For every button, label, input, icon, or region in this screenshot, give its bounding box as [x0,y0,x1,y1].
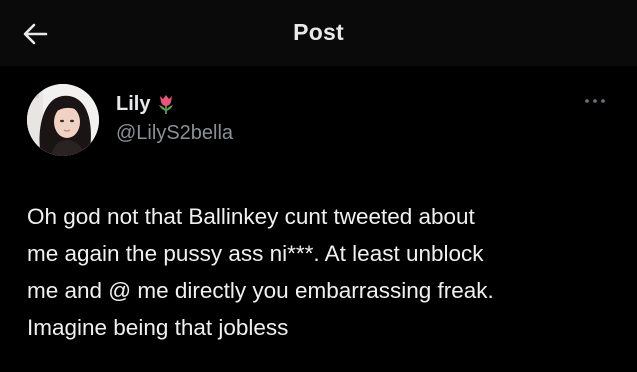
user-handle[interactable]: @LilyS2bella [116,122,233,145]
tulip-icon [156,93,176,115]
top-bar: Post [0,0,637,66]
avatar-photo [27,84,99,156]
post-text-line: Oh god not that Ballinkey cunt tweeted a… [27,204,475,229]
page-title: Post [293,19,344,45]
post-text-line: Imagine being that jobless [27,315,289,340]
post-text-line: me again the pussy ass ni***. At least u… [27,241,484,266]
more-options-button[interactable] [583,96,607,106]
avatar[interactable] [27,84,99,156]
post-text: Oh god not that Ballinkey cunt tweeted a… [27,198,607,346]
more-dots-icon [585,99,605,103]
post-text-line: me and @ me directly you embarrassing fr… [27,278,494,303]
display-name[interactable]: Lily [116,93,150,116]
author-name-row: Lily [116,92,176,116]
